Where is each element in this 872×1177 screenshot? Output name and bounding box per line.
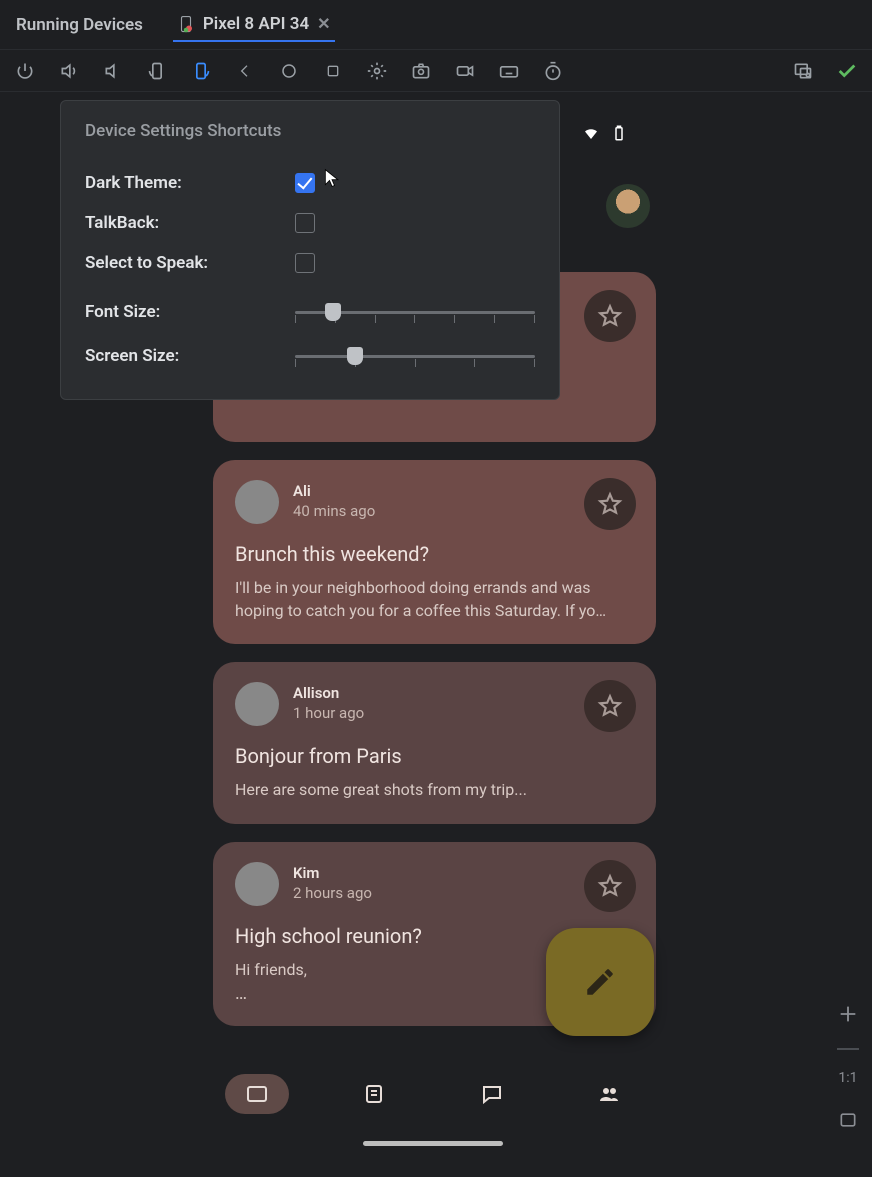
close-icon[interactable]: ✕ xyxy=(317,14,330,33)
email-preview: Here are some great shots from my trip..… xyxy=(235,778,634,801)
font-size-label: Font Size: xyxy=(85,302,295,322)
email-time: 1 hour ago xyxy=(293,704,364,722)
star-icon xyxy=(597,303,623,329)
star-button[interactable] xyxy=(584,478,636,530)
nav-people[interactable] xyxy=(577,1074,641,1114)
star-icon xyxy=(597,873,623,899)
tab-label: Running Devices xyxy=(16,15,143,35)
font-size-slider[interactable] xyxy=(295,297,535,327)
talkback-checkbox[interactable] xyxy=(295,213,315,233)
rotate-right-icon[interactable] xyxy=(190,60,212,82)
tab-running-devices[interactable]: Running Devices xyxy=(12,9,147,41)
star-button[interactable] xyxy=(584,290,636,342)
dark-theme-checkbox[interactable] xyxy=(295,173,315,193)
email-time: 40 mins ago xyxy=(293,502,375,520)
star-button[interactable] xyxy=(584,860,636,912)
talkback-label: TalkBack: xyxy=(85,213,295,233)
volume-down-icon[interactable] xyxy=(102,60,124,82)
select-to-speak-checkbox[interactable] xyxy=(295,253,315,273)
email-card[interactable]: Allison 1 hour ago Bonjour from Paris Here … xyxy=(213,662,656,823)
email-time: 2 hours ago xyxy=(293,884,372,902)
tab-bar: Running Devices Pixel 8 API 34 ✕ xyxy=(0,0,872,50)
apply-checkmark-icon[interactable] xyxy=(836,60,858,82)
screen-size-slider[interactable] xyxy=(295,341,535,371)
nav-chat[interactable] xyxy=(460,1074,524,1114)
dark-theme-label: Dark Theme: xyxy=(85,173,295,193)
sender-avatar[interactable] xyxy=(235,862,279,906)
sender-name: Ali xyxy=(293,482,375,500)
gesture-bar[interactable] xyxy=(363,1141,503,1146)
chat-icon xyxy=(480,1082,504,1106)
zoom-ratio-label[interactable]: 1:1 xyxy=(838,1070,857,1086)
divider xyxy=(837,1048,859,1050)
bottom-navigation xyxy=(198,1064,668,1124)
star-icon xyxy=(597,693,623,719)
screenshot-icon[interactable] xyxy=(410,60,432,82)
sender-avatar[interactable] xyxy=(235,682,279,726)
people-icon xyxy=(597,1082,621,1106)
right-gutter: 1:1 xyxy=(824,1000,872,1134)
zoom-in-icon[interactable] xyxy=(834,1000,862,1028)
inbox-icon xyxy=(245,1082,269,1106)
star-icon xyxy=(597,491,623,517)
star-button[interactable] xyxy=(584,680,636,732)
fit-screen-icon[interactable] xyxy=(834,1106,862,1134)
pencil-icon xyxy=(583,965,617,999)
overview-icon[interactable] xyxy=(322,60,344,82)
profile-avatar[interactable] xyxy=(606,184,650,228)
device-settings-popup: Device Settings Shortcuts Dark Theme: Ta… xyxy=(60,100,560,400)
mouse-cursor-icon xyxy=(322,168,342,188)
compose-fab[interactable] xyxy=(546,928,654,1036)
home-icon[interactable] xyxy=(278,60,300,82)
tab-device[interactable]: Pixel 8 API 34 ✕ xyxy=(173,8,335,42)
keyboard-icon[interactable] xyxy=(498,60,520,82)
select-to-speak-label: Select to Speak: xyxy=(85,253,295,273)
status-bar xyxy=(582,124,628,142)
email-preview: I'll be in your neighborhood doing erran… xyxy=(235,576,634,622)
nav-inbox[interactable] xyxy=(225,1074,289,1114)
article-icon xyxy=(362,1082,386,1106)
timer-icon[interactable] xyxy=(542,60,564,82)
device-toolbar xyxy=(0,50,872,92)
tab-label: Pixel 8 API 34 xyxy=(203,14,309,34)
rotate-left-icon[interactable] xyxy=(146,60,168,82)
sender-name: Kim xyxy=(293,864,372,882)
email-card[interactable]: Ali 40 mins ago Brunch this weekend? I'll b… xyxy=(213,460,656,644)
volume-up-icon[interactable] xyxy=(58,60,80,82)
device-tab-icon xyxy=(177,15,195,33)
screen-size-label: Screen Size: xyxy=(85,346,295,366)
email-subject: Bonjour from Paris xyxy=(235,744,634,768)
display-settings-icon[interactable] xyxy=(792,60,814,82)
email-subject: Brunch this weekend? xyxy=(235,542,634,566)
screen-record-icon[interactable] xyxy=(454,60,476,82)
sender-avatar[interactable] xyxy=(235,480,279,524)
back-icon[interactable] xyxy=(234,60,256,82)
popup-title: Device Settings Shortcuts xyxy=(85,121,535,141)
extended-controls-icon[interactable] xyxy=(366,60,388,82)
battery-icon xyxy=(610,124,628,142)
power-icon[interactable] xyxy=(14,60,36,82)
wifi-icon xyxy=(582,124,600,142)
sender-name: Allison xyxy=(293,684,364,702)
nav-articles[interactable] xyxy=(342,1074,406,1114)
